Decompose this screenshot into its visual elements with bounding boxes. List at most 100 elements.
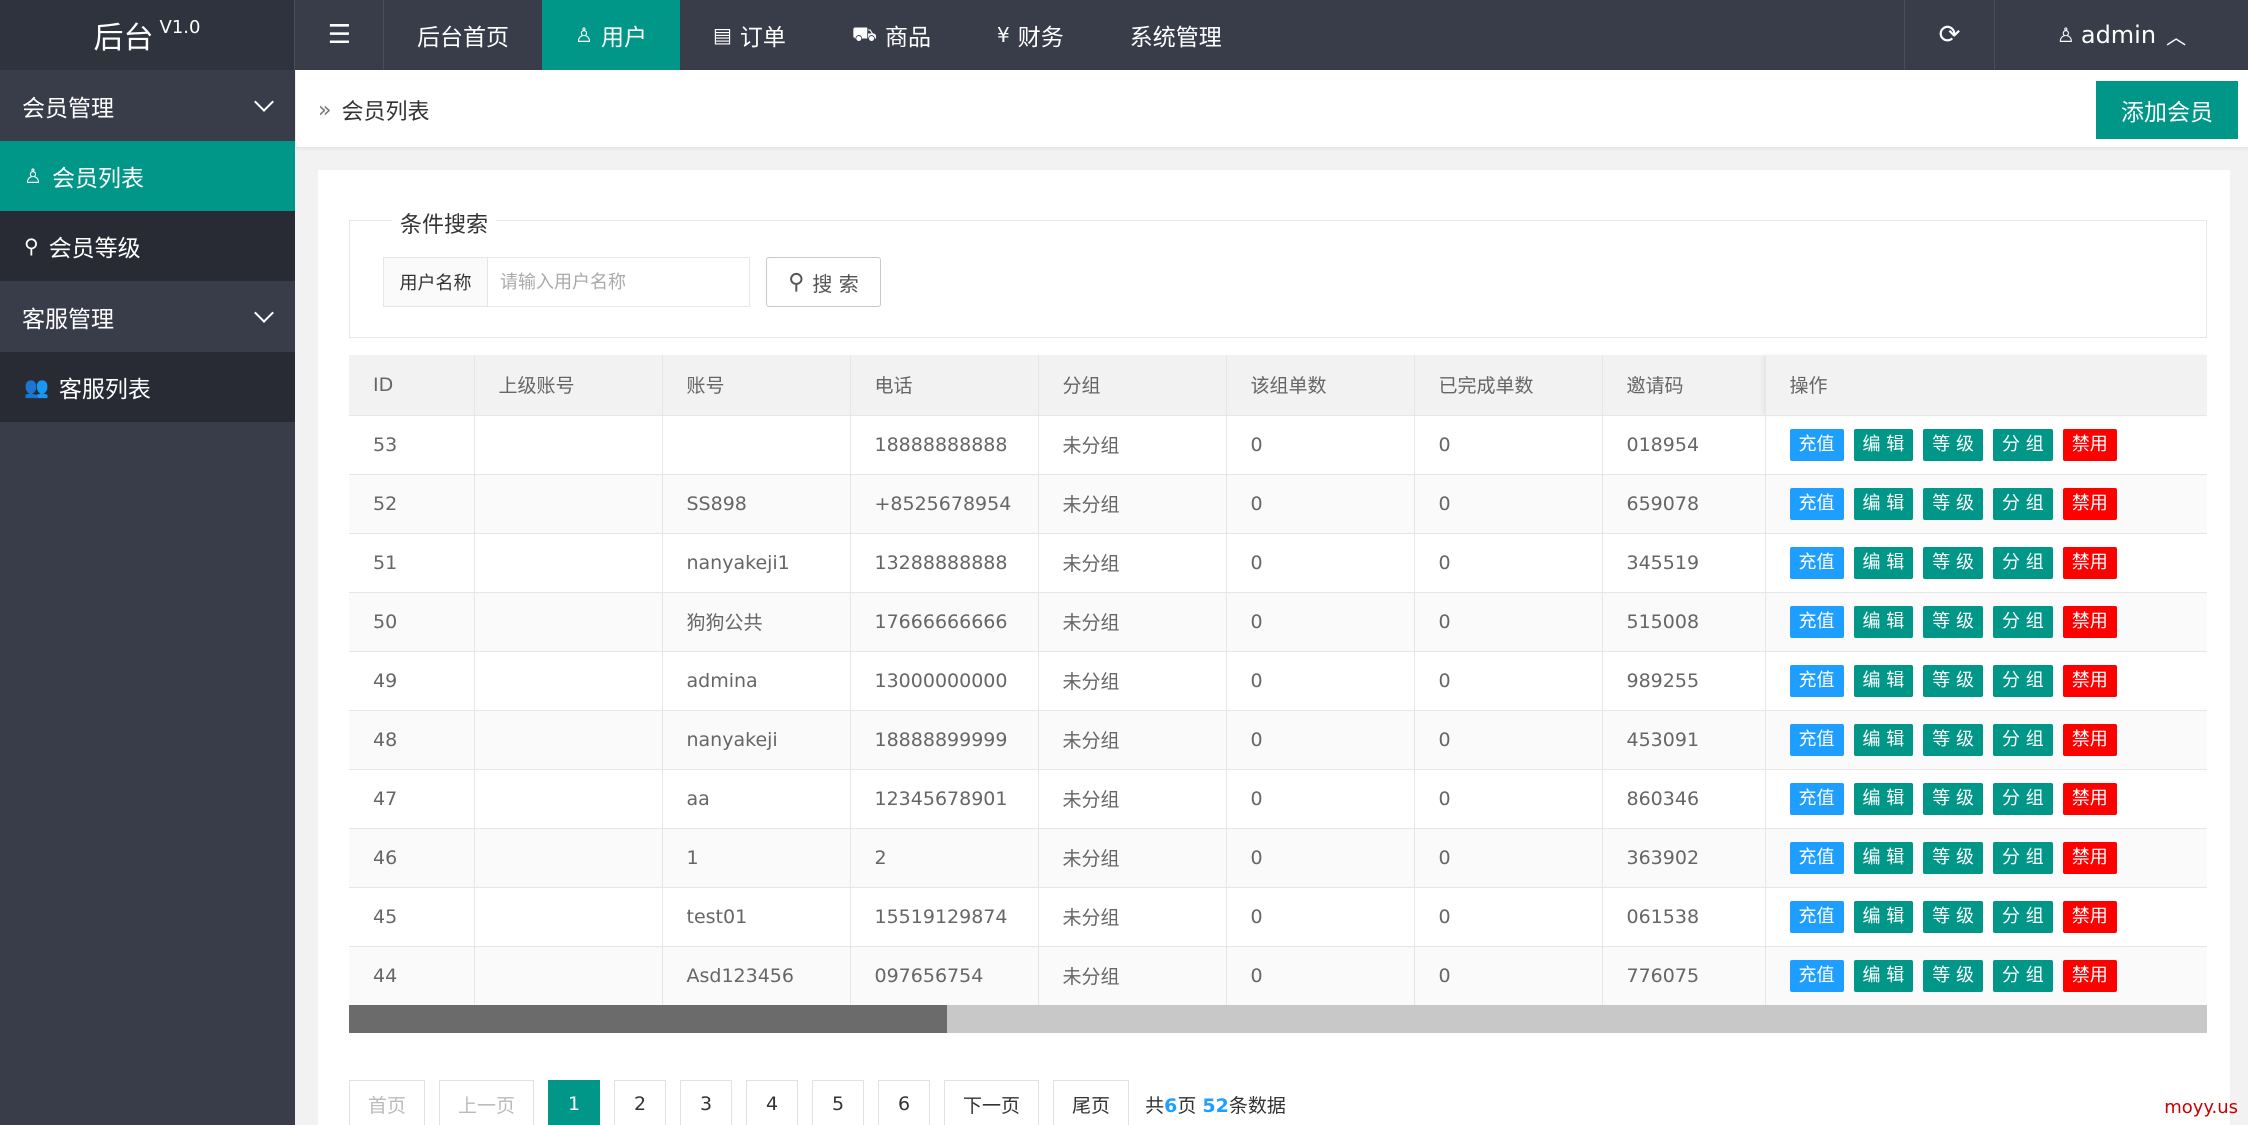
level-button[interactable]: 等 级 bbox=[1923, 605, 1983, 638]
edit-button[interactable]: 编 辑 bbox=[1853, 841, 1914, 874]
disable-button[interactable]: 禁用 bbox=[2062, 959, 2117, 992]
sidebar: 会员管理 ♙ 会员列表 ⚲ 会员等级 客服管理 👥 客服列表 bbox=[0, 70, 295, 1125]
table-cell bbox=[474, 591, 663, 651]
edit-button[interactable]: 编 辑 bbox=[1853, 428, 1914, 461]
level-button[interactable]: 等 级 bbox=[1923, 428, 1983, 461]
nav-orders[interactable]: ▤ 订单 bbox=[680, 0, 819, 70]
group-button[interactable]: 分 组 bbox=[1992, 723, 2053, 756]
page-2-button[interactable]: 2 bbox=[614, 1080, 667, 1125]
sidebar-item-member-level[interactable]: ⚲ 会员等级 bbox=[0, 211, 295, 281]
sidebar-item-service-list[interactable]: 👥 客服列表 bbox=[0, 352, 295, 422]
nav-products[interactable]: ⛟ 商品 bbox=[819, 0, 964, 70]
disable-button[interactable]: 禁用 bbox=[2062, 841, 2117, 874]
level-button[interactable]: 等 级 bbox=[1923, 782, 1983, 815]
edit-button[interactable]: 编 辑 bbox=[1853, 664, 1914, 697]
edit-button[interactable]: 编 辑 bbox=[1853, 782, 1914, 815]
sidebar-group-members[interactable]: 会员管理 bbox=[0, 70, 295, 141]
recharge-button[interactable]: 充值 bbox=[1789, 664, 1844, 697]
page-1-button[interactable]: 1 bbox=[548, 1080, 601, 1125]
page-4-button[interactable]: 4 bbox=[746, 1080, 799, 1125]
table-cell: 未分组 bbox=[1038, 827, 1227, 887]
recharge-button[interactable]: 充值 bbox=[1789, 723, 1844, 756]
edit-button[interactable]: 编 辑 bbox=[1853, 605, 1914, 638]
disable-button[interactable]: 禁用 bbox=[2062, 546, 2117, 579]
group-button[interactable]: 分 组 bbox=[1992, 959, 2053, 992]
disable-button[interactable]: 禁用 bbox=[2062, 900, 2117, 933]
recharge-button[interactable]: 充值 bbox=[1789, 546, 1844, 579]
first-page-button[interactable]: 首页 bbox=[349, 1080, 426, 1125]
add-member-button[interactable]: 添加会员 bbox=[2096, 81, 2238, 139]
group-button[interactable]: 分 组 bbox=[1992, 841, 2053, 874]
level-button[interactable]: 等 级 bbox=[1923, 841, 1983, 874]
table-cell: 13000000000 bbox=[850, 650, 1039, 710]
table-cell: 18888899999 bbox=[850, 709, 1039, 769]
group-button[interactable]: 分 组 bbox=[1992, 428, 2053, 461]
menu-toggle-icon[interactable]: ☰ bbox=[296, 0, 384, 70]
recharge-button[interactable]: 充值 bbox=[1789, 487, 1844, 520]
chevron-down-icon bbox=[254, 91, 274, 112]
group-button[interactable]: 分 组 bbox=[1992, 546, 2053, 579]
horizontal-scrollbar[interactable] bbox=[349, 1005, 2207, 1033]
user-menu[interactable]: ♙ admin ︿ bbox=[1994, 0, 2248, 70]
edit-button[interactable]: 编 辑 bbox=[1853, 900, 1914, 933]
recharge-button[interactable]: 充值 bbox=[1789, 841, 1844, 874]
page-5-button[interactable]: 5 bbox=[812, 1080, 865, 1125]
table-cell: 49 bbox=[349, 650, 475, 710]
user-icon: ♙ bbox=[24, 164, 42, 188]
column-header: 分组 bbox=[1038, 355, 1227, 415]
recharge-button[interactable]: 充值 bbox=[1789, 605, 1844, 638]
next-page-button[interactable]: 下一页 bbox=[944, 1080, 1040, 1125]
table-cell: nanyakeji bbox=[662, 709, 851, 769]
nav-home[interactable]: 后台首页 bbox=[384, 0, 542, 70]
document-icon: ▤ bbox=[712, 23, 732, 47]
level-button[interactable]: 等 级 bbox=[1923, 900, 1983, 933]
column-header: 该组单数 bbox=[1226, 355, 1415, 415]
nav-finance[interactable]: ¥ 财务 bbox=[964, 0, 1097, 70]
level-button[interactable]: 等 级 bbox=[1923, 487, 1983, 520]
disable-button[interactable]: 禁用 bbox=[2062, 664, 2117, 697]
nav-system[interactable]: 系统管理 bbox=[1097, 0, 1255, 70]
group-button[interactable]: 分 组 bbox=[1992, 664, 2053, 697]
sidebar-item-label: 会员等级 bbox=[48, 236, 141, 262]
table-cell: 0 bbox=[1414, 532, 1603, 592]
level-button[interactable]: 等 级 bbox=[1923, 664, 1983, 697]
prev-page-button[interactable]: 上一页 bbox=[439, 1080, 535, 1125]
table-cell: 0 bbox=[1414, 591, 1603, 651]
table-cell: 51 bbox=[349, 532, 475, 592]
group-button[interactable]: 分 组 bbox=[1992, 487, 2053, 520]
sidebar-group-service[interactable]: 客服管理 bbox=[0, 281, 295, 352]
table-cell: 0 bbox=[1226, 591, 1415, 651]
page-6-button[interactable]: 6 bbox=[878, 1080, 931, 1125]
level-button[interactable]: 等 级 bbox=[1923, 959, 1983, 992]
edit-button[interactable]: 编 辑 bbox=[1853, 546, 1914, 579]
recharge-button[interactable]: 充值 bbox=[1789, 959, 1844, 992]
disable-button[interactable]: 禁用 bbox=[2062, 605, 2117, 638]
yen-icon: ¥ bbox=[997, 23, 1010, 47]
page-3-button[interactable]: 3 bbox=[680, 1080, 733, 1125]
double-chevron-right-icon: » bbox=[318, 97, 332, 123]
table-row: 44 Asd123456 097656754 未分组 0 0 776075 充值编 辑等 级分… bbox=[349, 945, 2207, 1005]
disable-button[interactable]: 禁用 bbox=[2062, 428, 2117, 461]
level-button[interactable]: 等 级 bbox=[1923, 723, 1983, 756]
last-page-button[interactable]: 尾页 bbox=[1053, 1080, 1130, 1125]
search-button[interactable]: ⚲ 搜 索 bbox=[766, 257, 881, 307]
edit-button[interactable]: 编 辑 bbox=[1853, 487, 1914, 520]
table-cell: 46 bbox=[349, 827, 475, 887]
recharge-button[interactable]: 充值 bbox=[1789, 782, 1844, 815]
recharge-button[interactable]: 充值 bbox=[1789, 900, 1844, 933]
group-button[interactable]: 分 组 bbox=[1992, 605, 2053, 638]
disable-button[interactable]: 禁用 bbox=[2062, 723, 2117, 756]
group-button[interactable]: 分 组 bbox=[1992, 900, 2053, 933]
disable-button[interactable]: 禁用 bbox=[2062, 782, 2117, 815]
nav-users[interactable]: ♙ 用户 bbox=[542, 0, 680, 70]
edit-button[interactable]: 编 辑 bbox=[1853, 723, 1914, 756]
scrollbar-thumb[interactable] bbox=[349, 1005, 947, 1033]
level-button[interactable]: 等 级 bbox=[1923, 546, 1983, 579]
edit-button[interactable]: 编 辑 bbox=[1853, 959, 1914, 992]
sidebar-item-member-list[interactable]: ♙ 会员列表 bbox=[0, 141, 295, 211]
disable-button[interactable]: 禁用 bbox=[2062, 487, 2117, 520]
username-search-input[interactable] bbox=[487, 257, 750, 307]
group-button[interactable]: 分 组 bbox=[1992, 782, 2053, 815]
recharge-button[interactable]: 充值 bbox=[1789, 428, 1844, 461]
refresh-icon[interactable]: ⟳ bbox=[1904, 0, 1994, 70]
